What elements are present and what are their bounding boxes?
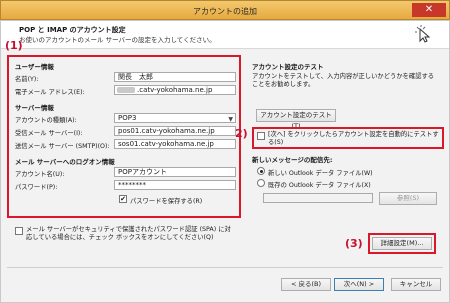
dialog-header: POP と IMAP のアカウント設定 お使いのアカウントのメール サーバーの設… <box>1 21 449 49</box>
next-button[interactable]: 次へ(N) > <box>334 278 384 291</box>
test-heading: アカウント設定のテスト <box>252 63 324 71</box>
incoming-server-label: 受信メール サーバー(I): <box>15 130 83 137</box>
account-type-value: POP3 <box>118 114 137 122</box>
spa-label: メール サーバーがセキュリティで保護されたパスワード認証 (SPA) に対応して… <box>26 226 231 241</box>
title-bar: アカウントの追加 ✕ <box>0 0 450 20</box>
password-label: パスワード(P): <box>15 184 58 191</box>
back-button[interactable]: < 戻る(B) <box>281 278 331 291</box>
window-title: アカウントの追加 <box>193 7 257 16</box>
more-settings-button[interactable]: 詳細設定(M)... <box>372 237 432 250</box>
datafile-path-field[interactable] <box>263 193 373 203</box>
annotation-2: 2) <box>235 127 248 140</box>
header-subtitle: お使いのアカウントのメール サーバーの設定を入力してください。 <box>19 36 216 44</box>
outgoing-server-field[interactable]: sos01.catv-yokohama.ne.jp <box>114 139 236 149</box>
new-datafile-radio[interactable] <box>257 167 265 175</box>
test-description: アカウントをテストして、入力内容が正しいかどうかを確認することをお勧めします。 <box>252 73 435 88</box>
name-label: 名前(Y): <box>15 76 39 83</box>
annotation-1: (1) <box>5 39 23 52</box>
auto-test-checkbox[interactable] <box>257 132 265 140</box>
user-info-heading: ユーザー情報 <box>15 63 54 71</box>
browse-button[interactable]: 参照(S) <box>379 192 437 205</box>
remember-password-checkbox[interactable]: ✔ <box>119 195 127 203</box>
auto-test-label: [次へ] をクリックしたらアカウント設定を自動的にテストする(S) <box>268 131 439 146</box>
divider <box>7 267 443 268</box>
email-redaction <box>117 87 135 93</box>
cancel-button[interactable]: キャンセル <box>391 278 441 291</box>
email-label: 電子メール アドレス(E): <box>15 89 85 96</box>
account-name-field[interactable]: POPアカウント <box>114 167 236 177</box>
password-field[interactable]: ******** <box>114 180 236 190</box>
logon-info-heading: メール サーバーへのログオン情報 <box>15 158 115 166</box>
new-datafile-label: 新しい Outlook データ ファイル(W) <box>268 170 373 177</box>
delivery-heading: 新しいメッセージの配信先: <box>252 156 333 164</box>
spa-checkbox[interactable] <box>15 227 23 235</box>
dialog-body: POP と IMAP のアカウント設定 お使いのアカウントのメール サーバーの設… <box>0 20 450 303</box>
chevron-down-icon: ▼ <box>228 116 233 123</box>
account-type-select[interactable]: POP3 ▼ <box>114 113 236 123</box>
existing-datafile-label: 既存の Outlook データ ファイル(X) <box>268 182 371 189</box>
server-info-heading: サーバー情報 <box>15 104 54 112</box>
annotation-3: (3) <box>345 237 363 250</box>
account-type-label: アカウントの種類(A): <box>15 117 77 124</box>
outgoing-server-label: 送信メール サーバー (SMTP)(O): <box>15 143 110 150</box>
cursor-icon <box>415 25 431 43</box>
name-field[interactable]: 関長 太郎 <box>114 72 236 82</box>
account-name-label: アカウント名(U): <box>15 171 65 178</box>
existing-datafile-radio[interactable] <box>257 179 265 187</box>
test-account-button[interactable]: アカウント設定のテスト(T) <box>256 109 336 130</box>
incoming-server-field[interactable]: pos01.catv-yokohama.ne.jp <box>114 126 236 136</box>
close-button[interactable]: ✕ <box>412 3 446 17</box>
remember-password-label: パスワードを保存する(R) <box>130 198 203 205</box>
